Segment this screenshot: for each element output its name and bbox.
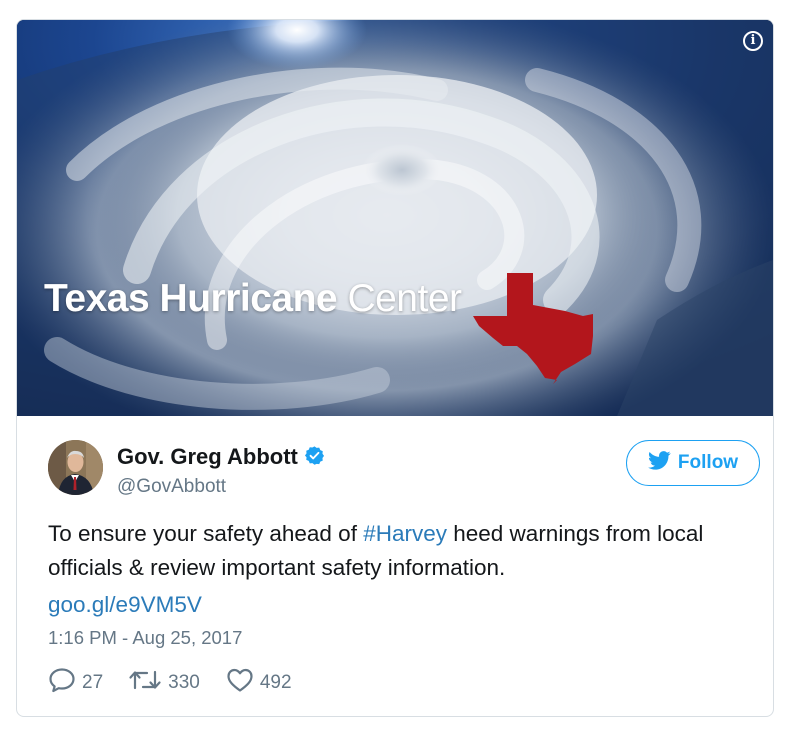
media-image[interactable]: Texas Hurricane Center i: [17, 20, 773, 416]
retweet-button[interactable]: 330: [128, 668, 200, 698]
hashtag-link[interactable]: #Harvey: [363, 521, 447, 546]
url-link[interactable]: goo.gl/e9VM5V: [48, 588, 202, 622]
heart-icon: [226, 667, 260, 699]
tweet-card[interactable]: Texas Hurricane Center i Gov. Greg Abbot…: [16, 19, 774, 717]
twitter-bird-icon: [647, 450, 671, 476]
avatar[interactable]: [48, 440, 103, 495]
reply-icon: [48, 667, 82, 699]
reply-button[interactable]: 27: [48, 667, 103, 699]
media-title: Texas Hurricane Center: [44, 277, 462, 321]
info-icon[interactable]: i: [743, 31, 763, 51]
follow-label: Follow: [677, 452, 739, 473]
display-name[interactable]: Gov. Greg Abbott: [117, 444, 298, 469]
tweet-actions: 27 330 492: [48, 668, 292, 698]
like-count: 492: [259, 672, 292, 693]
timestamp[interactable]: 1:16 PM - Aug 25, 2017: [48, 627, 242, 649]
retweet-count: 330: [168, 672, 200, 693]
tweet-header: Gov. Greg Abbott @GovAbbott Follow: [48, 440, 760, 500]
like-button[interactable]: 492: [226, 667, 292, 699]
handle[interactable]: @GovAbbott: [117, 476, 226, 498]
media-title-bold: Texas Hurricane: [44, 277, 338, 320]
reply-count: 27: [82, 672, 104, 693]
retweet-icon: [128, 668, 168, 698]
tweet-text: To ensure your safety ahead of #Harvey h…: [48, 517, 748, 585]
name-row: Gov. Greg Abbott: [117, 444, 325, 471]
avatar-image: [48, 440, 103, 495]
media-title-light: Center: [347, 277, 462, 320]
follow-button[interactable]: Follow: [626, 440, 760, 486]
tweet-text-part: To ensure your safety ahead of: [48, 521, 364, 546]
hurricane-satellite-image: [17, 20, 773, 416]
verified-badge-icon: [304, 445, 325, 471]
